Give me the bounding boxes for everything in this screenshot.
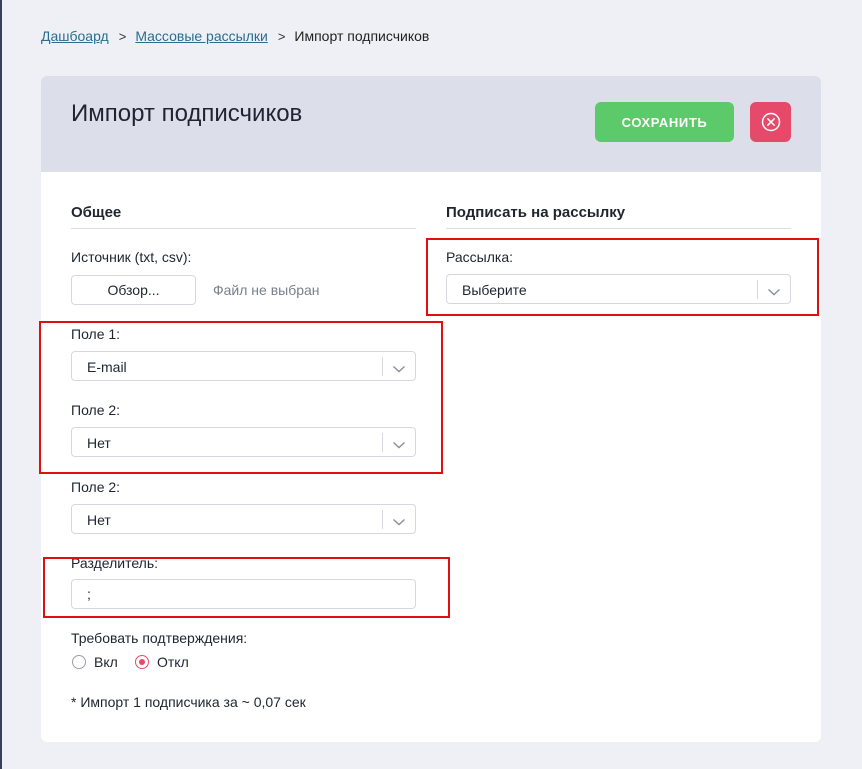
source-label: Источник (txt, csv): — [71, 249, 192, 265]
select-divider — [382, 357, 383, 376]
select-divider — [382, 510, 383, 529]
breadcrumb: Дашбоард > Массовые рассылки > Импорт по… — [41, 28, 429, 44]
field2-select[interactable]: Нет — [71, 427, 416, 457]
select-divider — [757, 280, 758, 299]
chevron-down-icon — [392, 361, 406, 379]
breadcrumb-current: Импорт подписчиков — [294, 28, 430, 44]
mailing-select-value: Выберите — [462, 282, 527, 298]
field3-select[interactable]: Нет — [71, 504, 416, 534]
field2-label: Поле 2: — [71, 402, 121, 418]
select-divider — [382, 433, 383, 452]
mailing-select[interactable]: Выберите — [446, 274, 791, 304]
separator-input-value: ; — [87, 586, 91, 602]
radio-label-on: Вкл — [94, 654, 118, 670]
radio-circle-selected — [135, 655, 149, 669]
field2-select-value: Нет — [87, 435, 111, 451]
breadcrumb-separator: > — [277, 28, 286, 44]
chevron-down-icon — [392, 514, 406, 532]
file-status: Файл не выбран — [213, 282, 320, 298]
browse-button[interactable]: Обзор... — [71, 275, 196, 305]
close-circle-icon — [761, 112, 781, 132]
field3-select-value: Нет — [87, 512, 111, 528]
page-title: Импорт подписчиков — [71, 100, 303, 127]
general-divider — [71, 228, 416, 229]
breadcrumb-link-mailings[interactable]: Массовые рассылки — [135, 28, 267, 44]
field1-select[interactable]: E-mail — [71, 351, 416, 381]
subscribe-divider — [446, 228, 791, 229]
separator-input[interactable]: ; — [71, 579, 416, 609]
save-button[interactable]: СОХРАНИТЬ — [595, 102, 734, 142]
card-header: Импорт подписчиков СОХРАНИТЬ — [41, 76, 821, 172]
radio-label-off: Откл — [157, 654, 189, 670]
breadcrumb-separator: > — [118, 28, 127, 44]
field1-label: Поле 1: — [71, 326, 121, 342]
chevron-down-icon — [392, 437, 406, 455]
mailing-label: Рассылка: — [446, 249, 513, 265]
breadcrumb-link-dashboard[interactable]: Дашбоард — [41, 28, 109, 44]
chevron-down-icon — [767, 284, 781, 302]
radio-circle — [72, 655, 86, 669]
separator-label: Разделитель: — [71, 555, 159, 571]
import-speed-note: * Импорт 1 подписчика за ~ 0,07 сек — [71, 694, 306, 710]
confirm-label: Требовать подтверждения: — [71, 630, 248, 646]
import-card: Импорт подписчиков СОХРАНИТЬ Общее Источ… — [41, 76, 821, 742]
general-section-title: Общее — [71, 204, 122, 221]
confirm-radio-on[interactable]: Вкл — [72, 654, 118, 670]
window-edge — [0, 0, 2, 769]
confirm-radio-off[interactable]: Откл — [135, 654, 189, 670]
field3-label: Поле 2: — [71, 479, 121, 495]
subscribe-section-title: Подписать на рассылку — [446, 204, 626, 221]
close-button[interactable] — [750, 102, 791, 142]
field1-select-value: E-mail — [87, 359, 127, 375]
